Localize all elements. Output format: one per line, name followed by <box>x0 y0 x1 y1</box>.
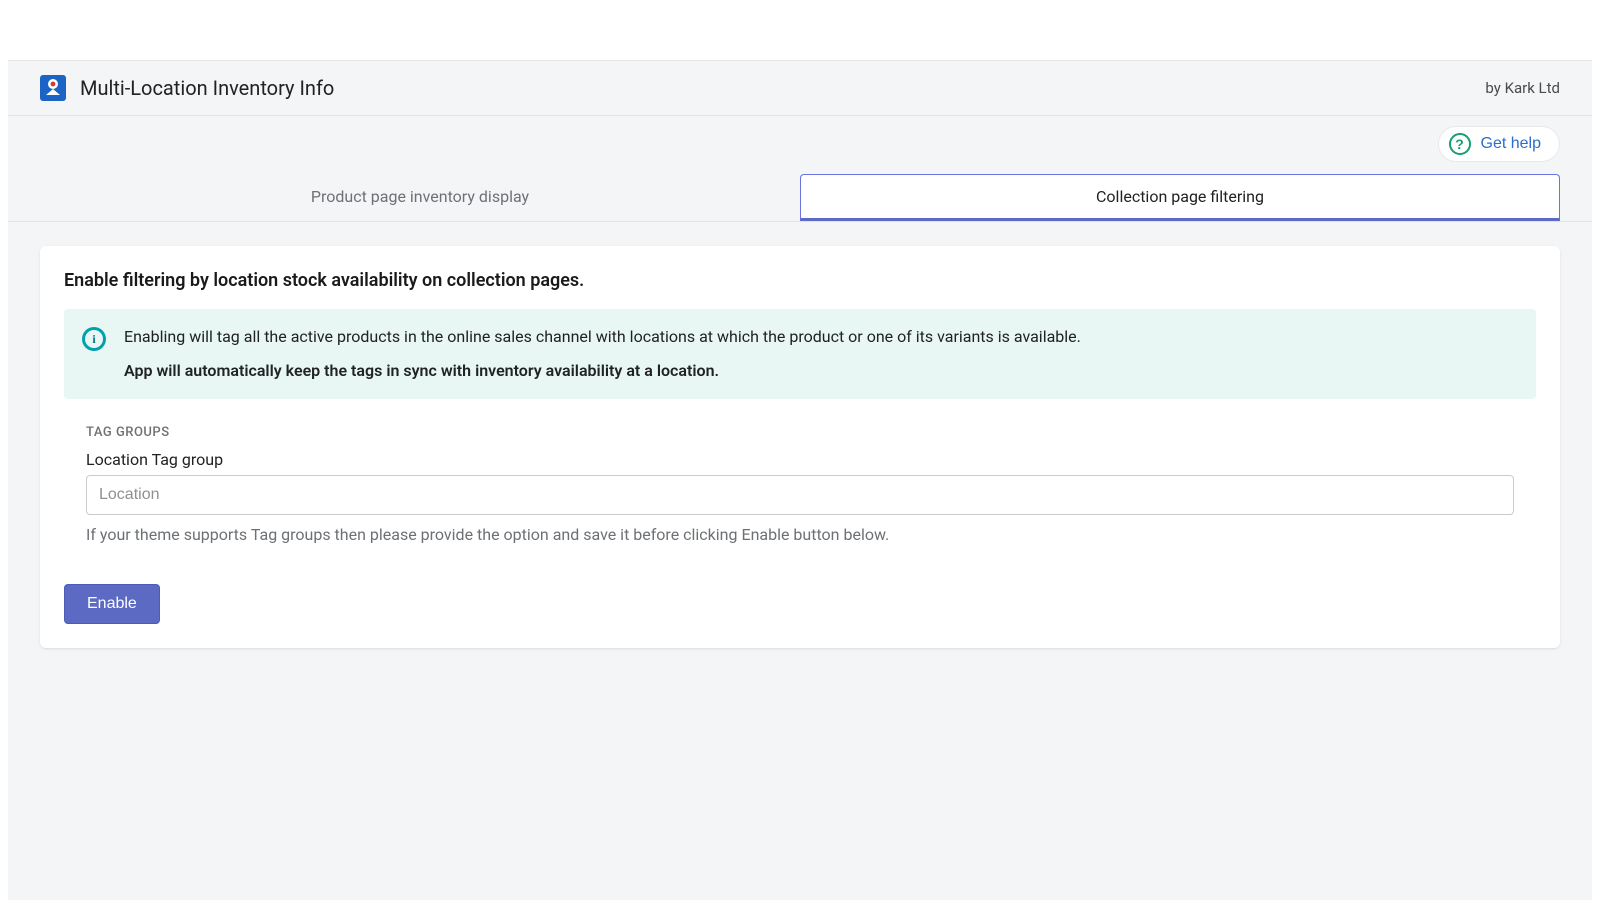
get-help-label: Get help <box>1481 135 1541 153</box>
settings-card: Enable filtering by location stock avail… <box>40 246 1560 648</box>
location-tag-group-input[interactable] <box>86 475 1514 515</box>
location-tag-group-field: Location Tag group <box>86 450 1514 515</box>
tab-collection-page-filtering[interactable]: Collection page filtering <box>800 174 1560 221</box>
top-actions: ? Get help <box>8 116 1592 162</box>
tab-label: Collection page filtering <box>1096 187 1264 206</box>
info-text: Enabling will tag all the active product… <box>124 325 1081 383</box>
enable-button[interactable]: Enable <box>64 584 160 624</box>
tab-label: Product page inventory display <box>311 187 529 206</box>
app-author-label: by Kark Ltd <box>1485 79 1560 97</box>
info-line-1: Enabling will tag all the active product… <box>124 325 1081 349</box>
info-banner: i Enabling will tag all the active produ… <box>64 309 1536 399</box>
info-line-2: App will automatically keep the tags in … <box>124 359 1081 383</box>
app-header: Multi-Location Inventory Info by Kark Lt… <box>8 61 1592 116</box>
enable-button-label: Enable <box>87 595 137 612</box>
helper-text: If your theme supports Tag groups then p… <box>86 525 1514 544</box>
section-label-tag-groups: TAG GROUPS <box>86 425 1514 440</box>
app-frame: Multi-Location Inventory Info by Kark Lt… <box>8 60 1592 900</box>
help-icon: ? <box>1449 133 1471 155</box>
get-help-button[interactable]: ? Get help <box>1438 126 1560 162</box>
app-header-left: Multi-Location Inventory Info <box>40 75 334 101</box>
app-title: Multi-Location Inventory Info <box>80 76 334 100</box>
card-heading: Enable filtering by location stock avail… <box>64 270 1536 291</box>
tab-product-page-inventory[interactable]: Product page inventory display <box>40 174 800 221</box>
info-icon: i <box>82 327 106 351</box>
tabs: Product page inventory display Collectio… <box>8 162 1592 222</box>
location-tag-group-label: Location Tag group <box>86 450 1514 469</box>
app-logo-icon <box>40 75 66 101</box>
